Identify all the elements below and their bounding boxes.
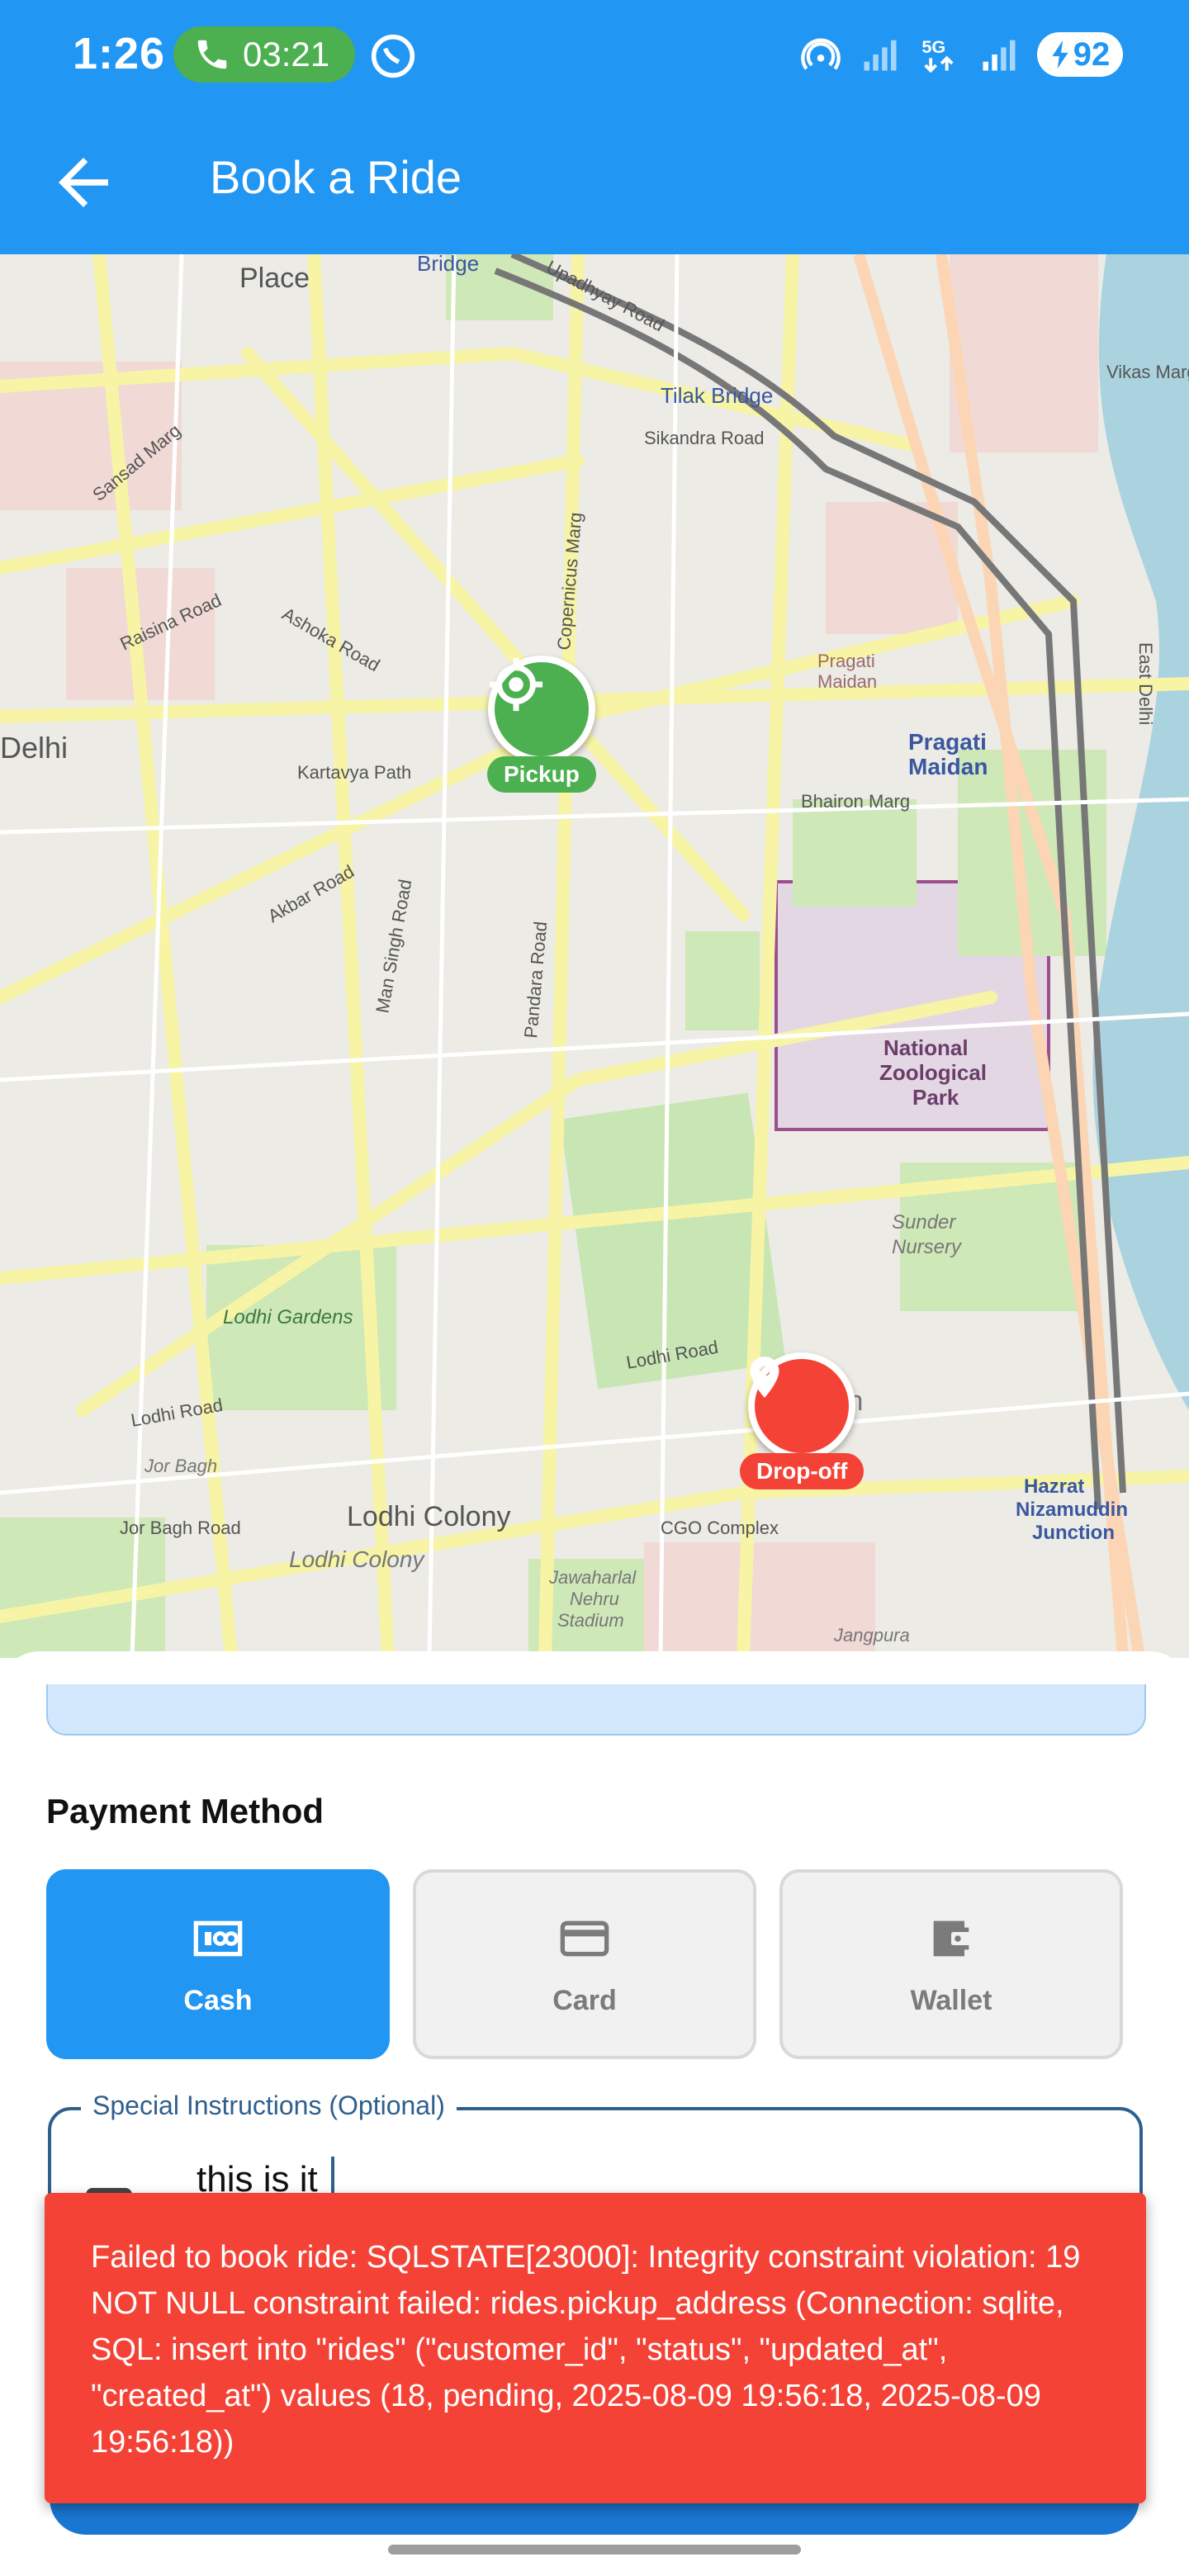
payment-cash-button[interactable]: Cash [46, 1869, 390, 2059]
svg-text:Hazrat: Hazrat [1024, 1475, 1084, 1498]
status-time: 1:26 [73, 29, 166, 78]
svg-text:Park: Park [912, 1085, 959, 1110]
svg-text:Pandara Road: Pandara Road [520, 921, 551, 1039]
viber-icon [371, 34, 415, 78]
wallet-icon [933, 1920, 971, 1956]
svg-text:Copernicus Marg: Copernicus Marg [553, 511, 586, 651]
svg-text:Jangpura: Jangpura [833, 1625, 910, 1646]
error-snackbar: Failed to book ride: SQLSTATE[23000]: In… [45, 2193, 1146, 2503]
signal-icon [864, 40, 897, 71]
gps-target-icon [489, 657, 543, 712]
app-bar: Book a Ride [0, 112, 1189, 254]
5g-icon: 5G [921, 36, 954, 73]
hotspot-icon [801, 38, 841, 70]
payment-wallet-label: Wallet [910, 1984, 992, 2016]
svg-text:Stadium: Stadium [557, 1610, 624, 1631]
dropoff-pin [748, 1352, 856, 1460]
battery-charging-icon [1052, 40, 1068, 69]
arrow-back-icon[interactable] [46, 145, 121, 220]
svg-text:Zoological: Zoological [879, 1060, 987, 1085]
phone-icon [197, 40, 227, 69]
svg-text:Lodhi Colony: Lodhi Colony [289, 1546, 425, 1572]
svg-text:Nursery: Nursery [892, 1236, 963, 1258]
dropoff-marker[interactable]: Drop-off [740, 1352, 865, 1489]
svg-text:National: National [883, 1035, 969, 1060]
svg-text:Tilak Bridge: Tilak Bridge [661, 383, 773, 408]
error-message: Failed to book ride: SQLSTATE[23000]: In… [91, 2240, 1081, 2460]
svg-text:Maidan: Maidan [908, 754, 988, 779]
svg-text:Sikandra Road: Sikandra Road [644, 428, 765, 448]
battery-indicator: 92 [1037, 32, 1123, 77]
status-bar: 1:26 03:21 5G 92 [0, 0, 1189, 112]
svg-text:Lodhi Colony: Lodhi Colony [347, 1501, 510, 1532]
payment-method-title: Payment Method [46, 1792, 324, 1830]
svg-text:Nehru: Nehru [570, 1589, 619, 1609]
svg-text:CGO Complex: CGO Complex [661, 1518, 779, 1538]
svg-text:Bridge: Bridge [417, 254, 479, 276]
home-indicator[interactable] [388, 2545, 801, 2555]
call-timer: 03:21 [243, 35, 330, 73]
route-map[interactable]: Place Bridge Upadhyay Road Vikas Marg Ti… [0, 254, 1189, 1658]
pickup-label: Pickup [487, 756, 596, 793]
svg-text:Kartavya Path: Kartavya Path [297, 762, 411, 783]
payment-card-label: Card [552, 1984, 617, 2016]
svg-text:Bhairon Marg: Bhairon Marg [801, 791, 910, 812]
svg-text:Delhi: Delhi [0, 731, 68, 765]
payment-wallet-button[interactable]: Wallet [779, 1869, 1123, 2059]
card-icon [560, 1920, 609, 1956]
call-chip[interactable]: 03:21 [173, 26, 355, 83]
svg-text:Lodhi Gardens: Lodhi Gardens [223, 1306, 353, 1328]
svg-text:Maidan: Maidan [817, 671, 877, 692]
special-instructions-label: Special Instructions (Optional) [81, 2091, 457, 2121]
pickup-marker[interactable]: Pickup [487, 656, 596, 793]
svg-text:Pragati: Pragati [908, 729, 987, 755]
svg-text:Pragati: Pragati [817, 651, 875, 671]
svg-text:Vikas Marg: Vikas Marg [1106, 362, 1189, 382]
svg-text:East Delhi: East Delhi [1135, 642, 1156, 725]
signal-icon [983, 40, 1016, 71]
fare-info-card [46, 1684, 1146, 1735]
svg-text:Sunder: Sunder [892, 1211, 956, 1234]
map-tiles: Place Bridge Upadhyay Road Vikas Marg Ti… [0, 254, 1189, 1658]
payment-cash-label: Cash [183, 1984, 253, 2016]
svg-text:Jor Bagh Road: Jor Bagh Road [120, 1518, 241, 1538]
svg-text:Place: Place [239, 263, 310, 294]
cash-icon [193, 1920, 243, 1956]
status-right: 5G 92 [799, 28, 1123, 81]
battery-level: 92 [1073, 36, 1111, 73]
page-title: Book a Ride [210, 151, 462, 203]
svg-text:Nizamuddin: Nizamuddin [1016, 1499, 1128, 1521]
dropoff-label: Drop-off [740, 1453, 865, 1489]
svg-text:Jor Bagh: Jor Bagh [144, 1456, 217, 1476]
svg-text:Man Singh Road: Man Singh Road [372, 878, 415, 1015]
svg-text:Junction: Junction [1032, 1522, 1115, 1544]
payment-card-button[interactable]: Card [413, 1869, 756, 2059]
location-pin-icon [750, 1357, 779, 1398]
svg-text:Jawaharlal: Jawaharlal [548, 1567, 637, 1588]
svg-text:5G: 5G [921, 36, 945, 57]
pickup-pin [487, 656, 595, 763]
app-header: 1:26 03:21 5G 92 Book a Ride [0, 0, 1189, 254]
